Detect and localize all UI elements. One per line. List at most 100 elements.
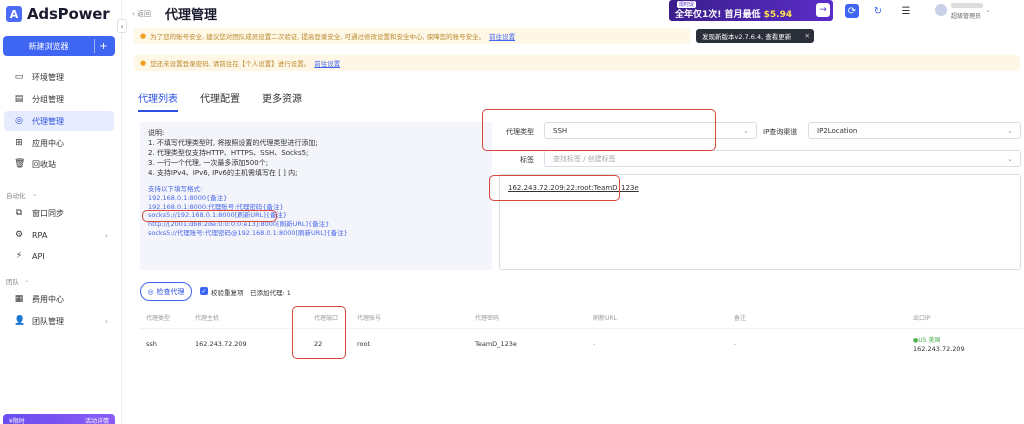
chevron-down-icon: ⌄ [743, 126, 749, 135]
formats-list: 支持以下填写格式: 192.168.0.1:8000{备注} 192.168.0… [148, 185, 484, 238]
sidebar-item-billing[interactable]: ▦ 费用中心 [4, 289, 114, 309]
password-notice: ● 您还未设置登录密码, 请前往在【个人设置】进行设置。 前往设置 [134, 55, 1020, 71]
sidebar-item-label: 费用中心 [32, 294, 64, 304]
avatar[interactable] [935, 4, 947, 16]
promo-price: $5.94 [763, 10, 793, 20]
format-line: socks5://192.168.0.1:8000[刷新URL]{备注} [148, 211, 288, 220]
format-line: 192.168.0.1:8000{备注} [148, 193, 228, 202]
instruction-line: 说明: [148, 129, 165, 137]
tab-more-resources[interactable]: 更多资源 [262, 90, 302, 112]
back-link[interactable]: ‹ 返回 [132, 9, 151, 19]
promo-banner[interactable]: 限时促 全年仅1次! 首月最低 $5.94 → [669, 0, 833, 21]
sidebar-item-label: 代理管理 [32, 116, 64, 126]
proxy-type-value: SSH [553, 126, 568, 135]
sidebar-item-api[interactable]: ⚡ API [4, 246, 114, 266]
table-divider [140, 328, 1024, 329]
ip-channel-label: IP查询渠道 [763, 128, 798, 136]
proxy-text: 162.243.72.209:22:root:TeamD_123e [508, 184, 639, 192]
sidebar-item-label: API [32, 251, 45, 261]
cell-port: 22 [314, 340, 323, 348]
table-header-host: 代理主机 [195, 315, 220, 322]
format-line: http://[2001:db8:2de:0:0:0:0:e13]:8000[刷… [148, 220, 330, 229]
brand-name: AdsPower [27, 5, 110, 23]
cell-refresh: - [593, 340, 596, 348]
api-icon: ⚡ [15, 251, 23, 261]
close-icon[interactable]: ✕ [805, 32, 810, 40]
trash-icon: 🗑 [14, 159, 26, 169]
sidebar-item-proxy[interactable]: ◎ 代理管理 [4, 111, 114, 131]
tab-proxy-list[interactable]: 代理列表 [138, 90, 178, 112]
chevron-down-icon: ⌄ [1007, 126, 1013, 135]
monitor-icon: ▭ [14, 72, 24, 82]
tab-proxy-config[interactable]: 代理配置 [200, 90, 240, 112]
sync-icon[interactable]: ⟳ [845, 4, 859, 18]
notice-link[interactable]: 前往设置 [314, 58, 340, 68]
check-proxy-label: 检查代理 [156, 287, 185, 296]
adspower-logo-icon: A [6, 6, 22, 22]
new-browser-label: 新建浏览器 [28, 41, 69, 51]
new-browser-button[interactable]: 新建浏览器 + [3, 36, 115, 56]
chevron-right-icon: › [104, 316, 108, 326]
user-role: 超级管理员 [951, 13, 982, 20]
table-header-exit-ip: 出口IP [913, 315, 931, 322]
collapse-sidebar-button[interactable]: ‹ [117, 19, 127, 33]
notice-link[interactable]: 前往设置 [489, 31, 515, 41]
cell-type: ssh [146, 340, 157, 348]
cell-host: 162.243.72.209 [195, 340, 247, 348]
chevron-right-icon: › [104, 230, 108, 240]
billing-icon: ▦ [14, 294, 24, 304]
brand[interactable]: A AdsPower [6, 5, 110, 23]
ip-channel-select[interactable]: IP2Location ⌄ [808, 122, 1021, 139]
notice-text: 为了您的账号安全, 建议您对团队成员设置二次验证, 提高登录安全, 可通过修改设… [150, 33, 486, 41]
check-icon: ◎ [147, 287, 154, 296]
promo-text-main: 全年仅1次! 首月最低 [675, 10, 764, 20]
instruction-line: 4. 支持IPv4、IPv6, IPv6的主机需填写在 [ ] 内; [148, 169, 298, 177]
header: ‹ 返回 代理管理 限时促 全年仅1次! 首月最低 $5.94 → ⟳ ↻ ☰ … [125, 0, 1024, 26]
sidebar-item-label: 团队管理 [32, 316, 64, 326]
proxy-icon: ◎ [15, 116, 23, 126]
sidebar-item-label: 窗口同步 [32, 208, 64, 218]
proxy-type-select[interactable]: SSH ⌄ [544, 122, 757, 139]
chevron-down-icon: ⌄ [24, 276, 30, 284]
sidebar-item-window-sync[interactable]: ⧉ 窗口同步 [4, 203, 114, 223]
sidebar-item-apps[interactable]: ⊞ 应用中心 [4, 133, 114, 153]
added-count: 已添加代理: 1 [250, 289, 291, 297]
page-title: 代理管理 [165, 8, 218, 23]
table-header-account: 代理账号 [357, 315, 382, 322]
warning-icon: ● [140, 32, 147, 40]
team-icon: 👤 [14, 316, 26, 326]
sidebar-item-label: RPA [32, 230, 48, 240]
list-icon[interactable]: ☰ [899, 4, 913, 18]
chevron-down-icon[interactable]: ⌄ [985, 6, 991, 14]
section-team[interactable]: 团队 ⌄ [6, 276, 29, 286]
sidebar-item-label: 应用中心 [32, 138, 64, 148]
window-sync-icon: ⧉ [15, 208, 23, 218]
sidebar-promo[interactable]: ¥限时 活动详情 [3, 414, 115, 424]
arrow-right-icon[interactable]: → [816, 3, 830, 17]
sidebar-item-trash[interactable]: 🗑 回收站 [4, 154, 114, 174]
cell-exit-ip: 162.243.72.209 [913, 345, 965, 353]
sidebar-item-team[interactable]: 👤 团队管理 › [4, 311, 114, 331]
plus-icon[interactable]: + [94, 39, 112, 53]
check-proxy-button[interactable]: ◎ 检查代理 [140, 282, 192, 301]
promo-tag: 限时促 [677, 1, 697, 8]
section-automation[interactable]: 自动化 ⌄ [6, 190, 37, 200]
table-header-note: 备注 [734, 315, 747, 322]
sidebar-item-groups[interactable]: ▤ 分组管理 [4, 89, 114, 109]
table-header-refresh: 刷新URL [593, 315, 617, 322]
sidebar-item-env[interactable]: ▭ 环境管理 [4, 67, 114, 87]
instruction-line: 1. 不填写代理类型时, 将按照设置的代理类型进行添加; [148, 139, 318, 147]
refresh-icon[interactable]: ↻ [871, 4, 885, 18]
tags-select[interactable]: 查找标签 / 创建标签 ⌄ [544, 150, 1021, 167]
sidebar-item-label: 回收站 [32, 159, 56, 169]
folder-icon: ▤ [14, 94, 24, 104]
sidebar-item-rpa[interactable]: ⚙ RPA › [4, 225, 114, 245]
proxy-textarea[interactable]: 162.243.72.209:22:root:TeamD_123e [499, 174, 1021, 270]
table-header-password: 代理密码 [475, 315, 500, 322]
user-name-blurred [951, 3, 983, 8]
tags-label: 标签 [520, 156, 534, 164]
update-tooltip[interactable]: 发现新版本v2.7.6.4, 查看更新 ✕ [696, 29, 814, 43]
instruction-line: 2. 代理类型仅支持HTTP、HTTPS、SSH、Socks5; [148, 149, 309, 157]
cell-password: TeamD_123e [475, 340, 517, 348]
dedupe-checkbox[interactable]: ✓ [200, 287, 208, 295]
